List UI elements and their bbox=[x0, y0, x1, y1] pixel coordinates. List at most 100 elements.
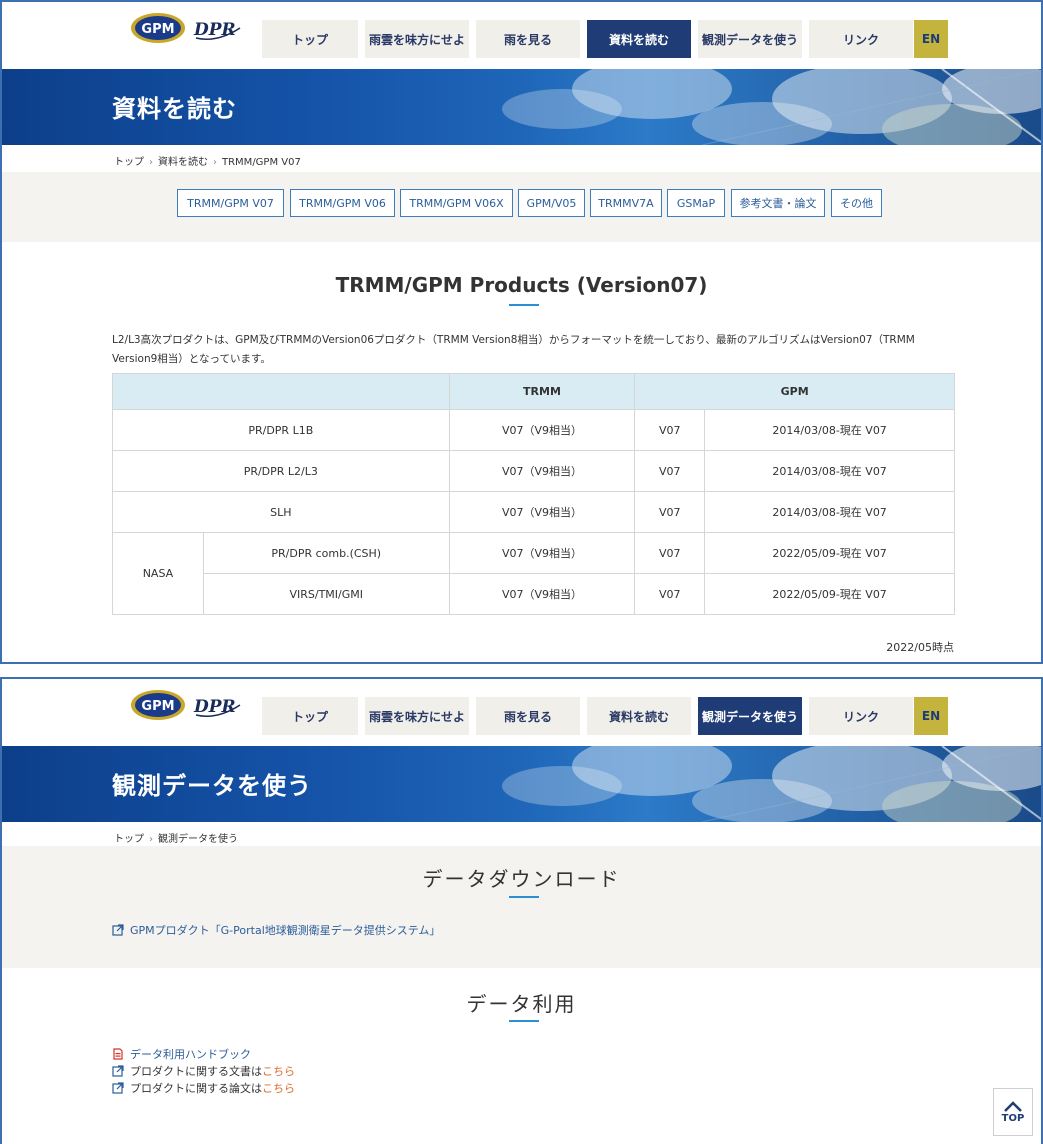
breadcrumb-top[interactable]: トップ bbox=[114, 157, 144, 168]
nav-documents[interactable]: 資料を読む bbox=[587, 697, 691, 735]
download-section: データダウンロード GPMプロダクト「G-Portal地球観測衛星データ提供シス… bbox=[2, 846, 1041, 968]
product-documents-text: プロダクトに関する文書は bbox=[130, 1065, 262, 1078]
page-panel-documents: GPM DPR トップ 雨雲を味方にせよ 雨を見る 資料を読む 観測データを使う… bbox=[0, 0, 1043, 664]
handbook-link[interactable]: データ利用ハンドブック bbox=[112, 1046, 251, 1062]
external-link-icon bbox=[112, 924, 124, 936]
nav-links[interactable]: リンク bbox=[809, 697, 913, 735]
hero-banner: 資料を読む bbox=[2, 69, 1041, 145]
breadcrumb-current: 観測データを使う bbox=[158, 834, 238, 845]
subnav-others[interactable]: その他 bbox=[831, 189, 882, 217]
gpm-logo-text: GPM bbox=[141, 22, 174, 37]
page-panel-use-data: GPM DPR トップ 雨雲を味方にせよ 雨を見る 資料を読む 観測データを使う… bbox=[0, 677, 1043, 1144]
nav-rain-cloud[interactable]: 雨雲を味方にせよ bbox=[365, 20, 469, 58]
nav-english[interactable]: EN bbox=[914, 697, 948, 735]
table-row: PR/DPR L1B V07（V9相当） V07 2014/03/08-現在 V… bbox=[112, 409, 955, 451]
breadcrumb-documents[interactable]: 資料を読む bbox=[158, 157, 208, 168]
page-title: 観測データを使う bbox=[112, 772, 312, 800]
section-title: TRMM/GPM Products (Version07) bbox=[335, 273, 708, 297]
nav-rain-cloud[interactable]: 雨雲を味方にせよ bbox=[365, 697, 469, 735]
dpr-logo-text: DPR bbox=[193, 697, 236, 717]
product-documents-here-link[interactable]: こちら bbox=[262, 1063, 295, 1079]
product-papers-here-link[interactable]: こちら bbox=[262, 1080, 295, 1096]
subnav-gpm-v05[interactable]: GPM/V05 bbox=[518, 189, 585, 217]
trmm-version: V07（V9相当） bbox=[448, 409, 636, 451]
table-row: PR/DPR L2/L3 V07（V9相当） V07 2014/03/08-現在… bbox=[112, 450, 955, 492]
products-table: TRMM GPM PR/DPR L1B V07（V9相当） V07 2014/0… bbox=[112, 373, 955, 615]
subnav-trmm-gpm-v07[interactable]: TRMM/GPM V07 bbox=[177, 189, 284, 217]
breadcrumb-current: TRMM/GPM V07 bbox=[222, 157, 301, 168]
breadcrumb: トップ › 観測データを使う bbox=[114, 830, 238, 845]
product-papers-link[interactable]: プロダクトに関する論文は こちら bbox=[112, 1080, 295, 1096]
page-title: 資料を読む bbox=[112, 95, 237, 123]
nav-top[interactable]: トップ bbox=[262, 20, 358, 58]
table-row: NASA PR/DPR comb.(CSH) V07（V9相当） V07 202… bbox=[112, 532, 955, 615]
handbook-link-text[interactable]: データ利用ハンドブック bbox=[130, 1046, 251, 1062]
breadcrumb: トップ › 資料を読む › TRMM/GPM V07 bbox=[114, 153, 301, 168]
site-nav: GPM DPR トップ 雨雲を味方にせよ 雨を見る 資料を読む 観測データを使う… bbox=[2, 679, 1041, 746]
gpm-period: 2014/03/08-現在 V07 bbox=[704, 409, 955, 451]
breadcrumb-separator: › bbox=[213, 157, 217, 168]
nav-use-data[interactable]: 観測データを使う bbox=[698, 20, 802, 58]
subnav-trmm-gpm-v06x[interactable]: TRMM/GPM V06X bbox=[400, 189, 513, 217]
title-underline bbox=[509, 1020, 539, 1022]
trmm-version: V07（V9相当） bbox=[448, 491, 636, 533]
product-name: PR/DPR comb.(CSH) bbox=[202, 532, 450, 574]
back-to-top-button[interactable]: TOP bbox=[993, 1088, 1033, 1136]
table-header-blank bbox=[112, 373, 450, 410]
product-name: SLH bbox=[112, 491, 450, 533]
gpm-period: 2014/03/08-現在 V07 bbox=[704, 450, 955, 492]
download-title: データダウンロード bbox=[422, 867, 621, 891]
trmm-version: V07（V9相当） bbox=[448, 532, 636, 574]
gpm-period: 2022/05/09-現在 V07 bbox=[704, 573, 955, 615]
product-name: PR/DPR L2/L3 bbox=[112, 450, 450, 492]
gpm-version: V07 bbox=[634, 409, 706, 451]
nav-see-rain[interactable]: 雨を見る bbox=[476, 697, 580, 735]
dpr-logo-text: DPR bbox=[193, 20, 236, 40]
subnav-trmm-gpm-v06[interactable]: TRMM/GPM V06 bbox=[290, 189, 395, 217]
nav-top[interactable]: トップ bbox=[262, 697, 358, 735]
title-underline bbox=[509, 896, 539, 898]
sub-navigation: TRMM/GPM V07 TRMM/GPM V06 TRMM/GPM V06X … bbox=[2, 172, 1041, 242]
nav-documents[interactable]: 資料を読む bbox=[587, 20, 691, 58]
hero-banner: 観測データを使う bbox=[2, 746, 1041, 822]
gpm-version: V07 bbox=[634, 573, 706, 615]
table-header-row: TRMM GPM bbox=[112, 373, 955, 410]
product-name: PR/DPR L1B bbox=[112, 409, 450, 451]
subnav-trmmv7a[interactable]: TRMMV7A bbox=[590, 189, 662, 217]
g-portal-link[interactable]: GPMプロダクト「G-Portal地球観測衛星データ提供システム」 bbox=[112, 922, 440, 938]
gpm-version: V07 bbox=[634, 532, 706, 574]
dpr-logo[interactable]: DPR bbox=[192, 14, 242, 42]
site-nav: GPM DPR トップ 雨雲を味方にせよ 雨を見る 資料を読む 観測データを使う… bbox=[2, 2, 1041, 69]
product-name: VIRS/TMI/GMI bbox=[202, 573, 450, 615]
dpr-logo[interactable]: DPR bbox=[192, 691, 242, 719]
g-portal-link-text[interactable]: GPMプロダクト「G-Portal地球観測衛星データ提供システム」 bbox=[130, 922, 440, 938]
back-to-top-label: TOP bbox=[1001, 1112, 1025, 1124]
trmm-version: V07（V9相当） bbox=[448, 573, 636, 615]
nav-links[interactable]: リンク bbox=[809, 20, 913, 58]
table-row: SLH V07（V9相当） V07 2014/03/08-現在 V07 bbox=[112, 491, 955, 533]
gpm-version: V07 bbox=[634, 491, 706, 533]
table-header-trmm: TRMM bbox=[448, 373, 636, 410]
pdf-icon bbox=[113, 1048, 123, 1060]
trmm-version: V07（V9相当） bbox=[448, 450, 636, 492]
intro-text: L2/L3高次プロダクトは、GPM及びTRMMのVersion06プロダクト（T… bbox=[112, 334, 915, 365]
table-row: VIRS/TMI/GMI V07（V9相当） V07 2022/05/09-現在… bbox=[113, 573, 955, 615]
subnav-gsmap[interactable]: GSMaP bbox=[667, 189, 725, 217]
title-underline bbox=[509, 304, 539, 306]
nav-use-data[interactable]: 観測データを使う bbox=[698, 697, 802, 735]
group-label: NASA bbox=[112, 532, 204, 615]
gpm-period: 2014/03/08-現在 V07 bbox=[704, 491, 955, 533]
breadcrumb-separator: › bbox=[149, 834, 153, 845]
product-documents-link[interactable]: プロダクトに関する文書は こちら bbox=[112, 1063, 295, 1079]
product-papers-text: プロダクトに関する論文は bbox=[130, 1082, 262, 1095]
chevron-up-icon bbox=[1004, 1100, 1022, 1112]
external-link-icon bbox=[112, 1082, 124, 1094]
as-of-date: 2022/05時点 bbox=[886, 641, 954, 654]
breadcrumb-top[interactable]: トップ bbox=[114, 834, 144, 845]
external-link-icon bbox=[112, 1065, 124, 1077]
subnav-references[interactable]: 参考文書・論文 bbox=[731, 189, 825, 217]
gpm-logo[interactable]: GPM bbox=[130, 689, 186, 721]
nav-see-rain[interactable]: 雨を見る bbox=[476, 20, 580, 58]
nav-english[interactable]: EN bbox=[914, 20, 948, 58]
gpm-logo[interactable]: GPM bbox=[130, 12, 186, 44]
